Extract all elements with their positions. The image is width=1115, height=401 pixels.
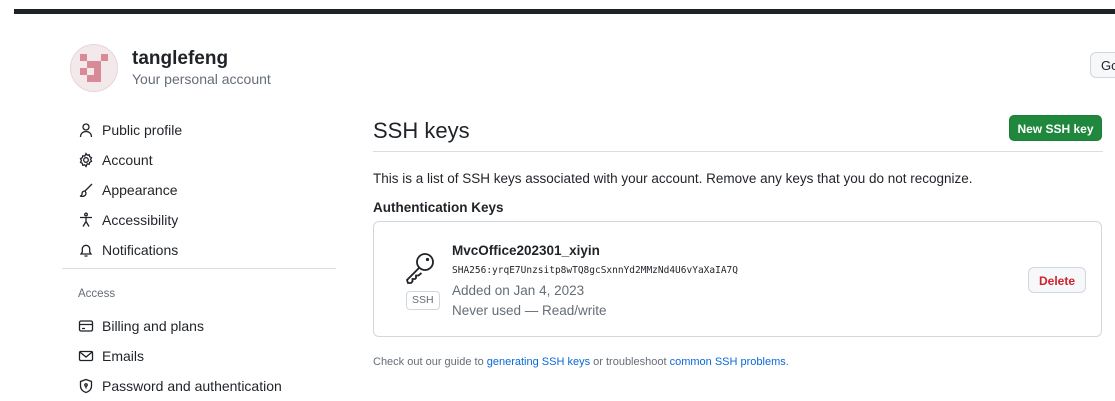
page-title: SSH keys — [373, 118, 470, 143]
sidebar-item-label: Accessibility — [102, 212, 179, 228]
ssh-badge: SSH — [406, 291, 440, 310]
delete-key-button[interactable]: Delete — [1028, 267, 1086, 293]
account-header: tanglefeng Your personal account — [70, 44, 271, 92]
username[interactable]: tanglefeng — [132, 48, 271, 70]
go-to-profile-button[interactable]: Go — [1090, 52, 1115, 78]
sidebar-item-accessibility[interactable]: Accessibility — [78, 205, 348, 235]
mail-icon — [78, 348, 94, 364]
sidebar-item-label: Public profile — [102, 122, 183, 138]
sidebar-item-appearance[interactable]: Appearance — [78, 175, 348, 205]
account-subtitle: Your personal account — [132, 71, 271, 87]
help-prefix: Check out our guide to — [373, 356, 487, 368]
paintbrush-icon — [78, 182, 94, 198]
credit-card-icon — [78, 318, 94, 334]
new-ssh-key-button[interactable]: New SSH key — [1009, 115, 1102, 141]
page-description: This is a list of SSH keys associated wi… — [373, 171, 973, 186]
ssh-key-list-item: SSH MvcOffice202301_xiyin SHA256:yrqE7Un… — [373, 221, 1102, 337]
sidebar-item-label: Billing and plans — [102, 318, 204, 334]
ssh-help-text: Check out our guide to generating SSH ke… — [373, 356, 789, 368]
accessibility-icon — [78, 212, 94, 228]
top-bar — [14, 9, 1115, 14]
title-divider — [373, 151, 1103, 152]
sidebar-item-emails[interactable]: Emails — [78, 341, 348, 371]
settings-sidebar-access: Billing and plans Emails Password and au… — [78, 311, 348, 401]
sidebar-divider — [62, 268, 336, 269]
common-ssh-problems-link[interactable]: common SSH problems — [670, 356, 786, 368]
sidebar-item-label: Account — [102, 152, 153, 168]
gear-icon — [78, 152, 94, 168]
help-suffix: . — [785, 356, 789, 368]
sidebar-item-label: Appearance — [102, 182, 178, 198]
key-icon — [402, 250, 438, 291]
sidebar-item-label: Emails — [102, 348, 145, 364]
shield-lock-icon — [78, 378, 94, 394]
sidebar-item-notifications[interactable]: Notifications — [78, 235, 348, 265]
sidebar-section-heading: Access — [78, 288, 116, 300]
sidebar-item-public-profile[interactable]: Public profile — [78, 115, 348, 145]
bell-icon — [78, 242, 94, 258]
sidebar-item-billing[interactable]: Billing and plans — [78, 311, 348, 341]
generating-ssh-keys-link[interactable]: generating SSH keys — [487, 356, 590, 368]
sidebar-item-label: Notifications — [102, 242, 179, 258]
person-icon — [78, 122, 94, 138]
avatar[interactable] — [70, 44, 118, 92]
section-heading: Authentication Keys — [373, 200, 504, 215]
key-usage: Never used — Read/write — [452, 303, 607, 318]
help-middle: or troubleshoot — [590, 356, 670, 368]
sidebar-item-account[interactable]: Account — [78, 145, 348, 175]
key-title: MvcOffice202301_xiyin — [452, 243, 600, 258]
sidebar-item-label: Password and authentication — [102, 378, 282, 394]
key-fingerprint: SHA256:yrqE7Unzsitp8wTQ8gcSxnnYd2MMzNd4U… — [452, 265, 738, 276]
settings-sidebar: Public profile Account Appearance Access… — [78, 115, 348, 265]
key-added-date: Added on Jan 4, 2023 — [452, 283, 585, 298]
